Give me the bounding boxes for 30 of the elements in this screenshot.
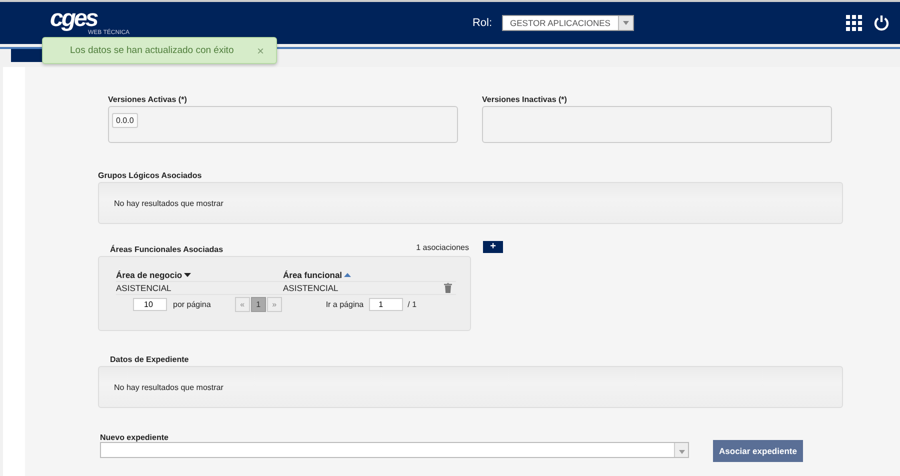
toast-message: Los datos se han actualizado con éxito	[70, 45, 234, 56]
grid-icon[interactable]	[846, 15, 862, 31]
role-select[interactable]: GESTOR APLICACIONES	[502, 15, 634, 31]
page-total: / 1	[408, 300, 417, 309]
go-to-page-input[interactable]: 1	[368, 298, 403, 311]
version-chip[interactable]: 0.0.0	[112, 113, 138, 128]
table-cell-text: ASISTENCIAL	[283, 283, 340, 293]
associate-button[interactable]: Asociar expediente	[713, 440, 803, 462]
column-header[interactable]: Área funcional	[283, 270, 443, 280]
go-to-page-label: Ir a página	[326, 300, 364, 309]
per-page-label: por página	[173, 300, 211, 309]
dropdown-arrow-icon	[623, 21, 629, 25]
empty-message: No hay resultados que mostrar	[114, 198, 224, 208]
power-icon[interactable]	[874, 15, 889, 31]
field-label: Versiones Inactivas (*)	[482, 95, 568, 104]
role-label: Rol:	[472, 17, 492, 29]
section-label: Áreas Funcionales Asociadas	[110, 245, 224, 254]
column-header[interactable]: Área de negocio	[116, 270, 283, 280]
page-button[interactable]: 1	[250, 297, 266, 312]
table-cell-text: ASISTENCIAL	[116, 283, 172, 293]
section-label: Datos de Expediente	[110, 355, 190, 364]
trash-icon[interactable]	[444, 283, 452, 293]
field-label: Nuevo expediente	[100, 433, 170, 442]
add-button[interactable]: +	[483, 241, 503, 253]
section-label: Grupos Lógicos Asociados	[98, 171, 203, 180]
empty-message: No hay resultados que mostrar	[114, 382, 224, 392]
per-page-input[interactable]: 10	[133, 298, 167, 311]
field-label: Versiones Activas (*)	[108, 95, 188, 104]
association-count: 1 asociaciones	[416, 243, 469, 252]
dropdown-arrow-icon	[678, 450, 684, 454]
